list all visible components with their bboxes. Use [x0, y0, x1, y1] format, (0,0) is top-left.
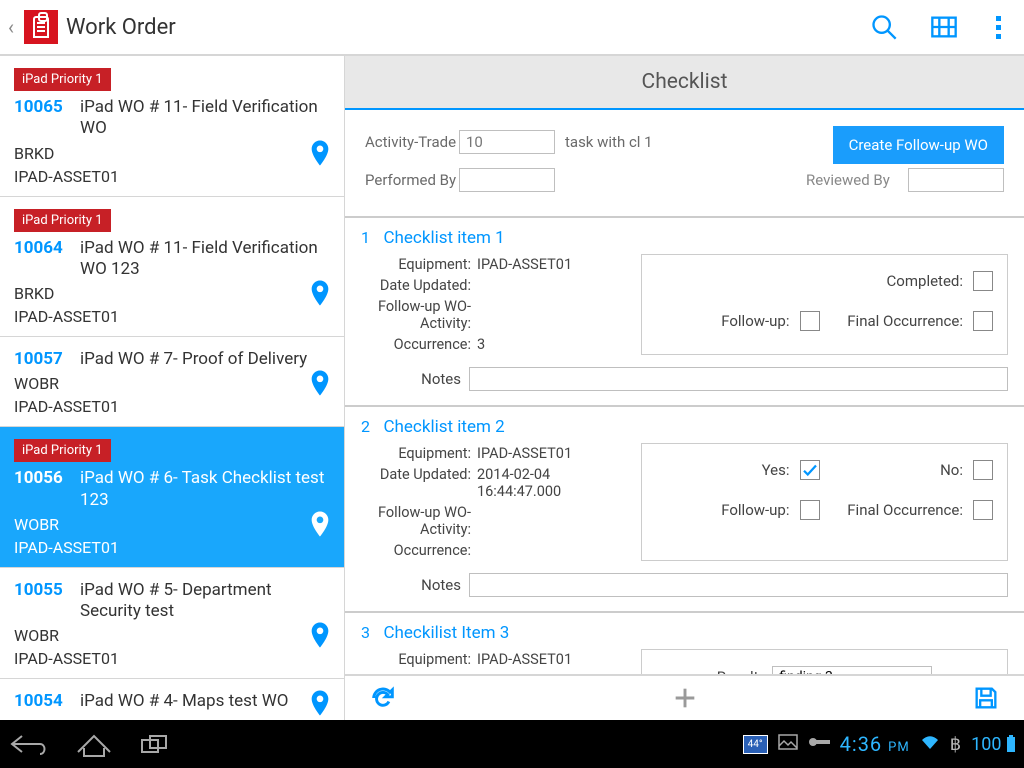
work-order-card[interactable]: iPad Priority 1 10064 iPad WO # 11- Field …: [0, 197, 344, 338]
bluetooth-icon: ฿: [950, 734, 961, 755]
key-icon: [808, 736, 830, 752]
map-icon[interactable]: [930, 13, 958, 41]
wo-number: 10054: [14, 691, 70, 712]
overflow-menu-icon[interactable]: [990, 16, 1006, 39]
reviewed-by-input[interactable]: [908, 168, 1004, 192]
wo-title: iPad WO # 11- Field Verification WO 123: [80, 238, 330, 281]
wo-asset: IPAD-ASSET01: [14, 538, 330, 557]
location-pin-icon[interactable]: [310, 622, 330, 652]
wo-title: iPad WO # 6- Task Checklist test 123: [80, 468, 330, 511]
checklist-item-1: 1 Checklist item 1 Equipment:IPAD-ASSET0…: [345, 216, 1024, 405]
activity-trade-input[interactable]: [459, 130, 555, 154]
performed-by-label: Performed By: [365, 171, 459, 189]
wo-asset: IPAD-ASSET01: [14, 307, 330, 326]
wo-number: 10065: [14, 97, 70, 118]
final-occurrence-checkbox[interactable]: [973, 311, 993, 331]
work-order-card[interactable]: iPad Priority 1 10065 iPad WO # 11- Field …: [0, 56, 344, 197]
app-bar: ‹ Work Order: [0, 0, 1024, 56]
clock: 4:36 PM: [840, 732, 910, 756]
wo-status: BRKD: [14, 144, 330, 163]
priority-badge: iPad Priority 1: [14, 68, 111, 91]
wo-status: WOBR: [14, 515, 330, 534]
wo-number: 10057: [14, 349, 70, 370]
followup-checkbox[interactable]: [800, 311, 820, 331]
priority-badge: iPad Priority 1: [14, 439, 111, 462]
wo-asset: IPAD-ASSET01: [14, 397, 330, 416]
wo-status: WOBR: [14, 626, 330, 645]
wo-asset: IPAD-ASSET01: [14, 167, 330, 186]
android-navbar: 44° 4:36 PM ฿ 100: [0, 720, 1024, 768]
final-occurrence-checkbox[interactable]: [973, 500, 993, 520]
back-nav-icon[interactable]: [8, 730, 52, 758]
notes-input[interactable]: [469, 573, 1008, 597]
wo-title: iPad WO # 11- Field Verification WO: [80, 97, 330, 140]
search-icon[interactable]: [870, 13, 898, 41]
activity-suffix: task with cl 1: [565, 133, 653, 151]
notes-input[interactable]: [469, 367, 1008, 391]
checklist-panel: Checklist Create Follow-up WO Activity-T…: [345, 56, 1024, 720]
wo-status: BRKD: [14, 284, 330, 303]
work-order-card[interactable]: iPad Priority 1 10056 iPad WO # 6- Task Ch…: [0, 427, 344, 568]
work-order-card[interactable]: 10054iPad WO # 4- Maps test WOWOBR: [0, 679, 344, 720]
location-pin-icon[interactable]: [310, 370, 330, 400]
location-pin-icon[interactable]: [310, 140, 330, 170]
create-followup-button[interactable]: Create Follow-up WO: [833, 126, 1004, 164]
home-nav-icon[interactable]: [72, 730, 116, 758]
location-pin-icon[interactable]: [310, 280, 330, 310]
panel-title: Checklist: [345, 56, 1024, 110]
yes-checkbox[interactable]: [800, 460, 820, 480]
back-icon[interactable]: ‹: [8, 17, 20, 37]
wo-asset: IPAD-ASSET01: [14, 649, 330, 668]
activity-trade-label: Activity-Trade: [365, 133, 459, 151]
battery-status: 100: [971, 734, 1016, 755]
followup-checkbox[interactable]: [800, 500, 820, 520]
completed-checkbox[interactable]: [973, 271, 993, 291]
work-order-card[interactable]: 10055 iPad WO # 5- Department Security te…: [0, 568, 344, 680]
location-pin-icon[interactable]: [310, 511, 330, 541]
temperature-badge: 44°: [743, 735, 768, 754]
item-title: Checklist item 1: [383, 228, 504, 248]
item-number: 1: [361, 228, 370, 247]
checklist-item-3: 3 Checkilist Item 3 Equipment:IPAD-ASSET…: [345, 611, 1024, 674]
location-pin-icon[interactable]: [310, 690, 330, 720]
gallery-icon: [778, 734, 798, 754]
no-checkbox[interactable]: [973, 460, 993, 480]
priority-badge: iPad Priority 1: [14, 209, 111, 232]
wo-number: 10055: [14, 580, 70, 601]
checklist-item-2: 2 Checklist item 2 Equipment:IPAD-ASSET0…: [345, 405, 1024, 611]
performed-by-input[interactable]: [459, 168, 555, 192]
wo-number: 10064: [14, 238, 70, 259]
recent-nav-icon[interactable]: [136, 730, 180, 758]
app-icon: [24, 10, 58, 44]
work-order-card[interactable]: 10057 iPad WO # 7- Proof of Delivery WOBR I…: [0, 337, 344, 427]
wifi-icon: [920, 734, 940, 754]
result-input[interactable]: [772, 666, 932, 674]
wo-status: WOBR: [14, 374, 330, 393]
refresh-icon[interactable]: [369, 684, 397, 712]
wo-number: 10056: [14, 468, 70, 489]
add-icon[interactable]: [671, 684, 699, 712]
wo-title: iPad WO # 5- Department Security test: [80, 580, 330, 623]
work-order-list[interactable]: iPad Priority 1 10065 iPad WO # 11- Field …: [0, 56, 345, 720]
detail-toolbar: [345, 674, 1024, 720]
save-icon[interactable]: [972, 684, 1000, 712]
wo-title: iPad WO # 4- Maps test WO: [80, 691, 330, 712]
reviewed-by-label: Reviewed By: [806, 171, 900, 189]
page-title: Work Order: [66, 15, 870, 40]
wo-title: iPad WO # 7- Proof of Delivery: [80, 349, 330, 370]
